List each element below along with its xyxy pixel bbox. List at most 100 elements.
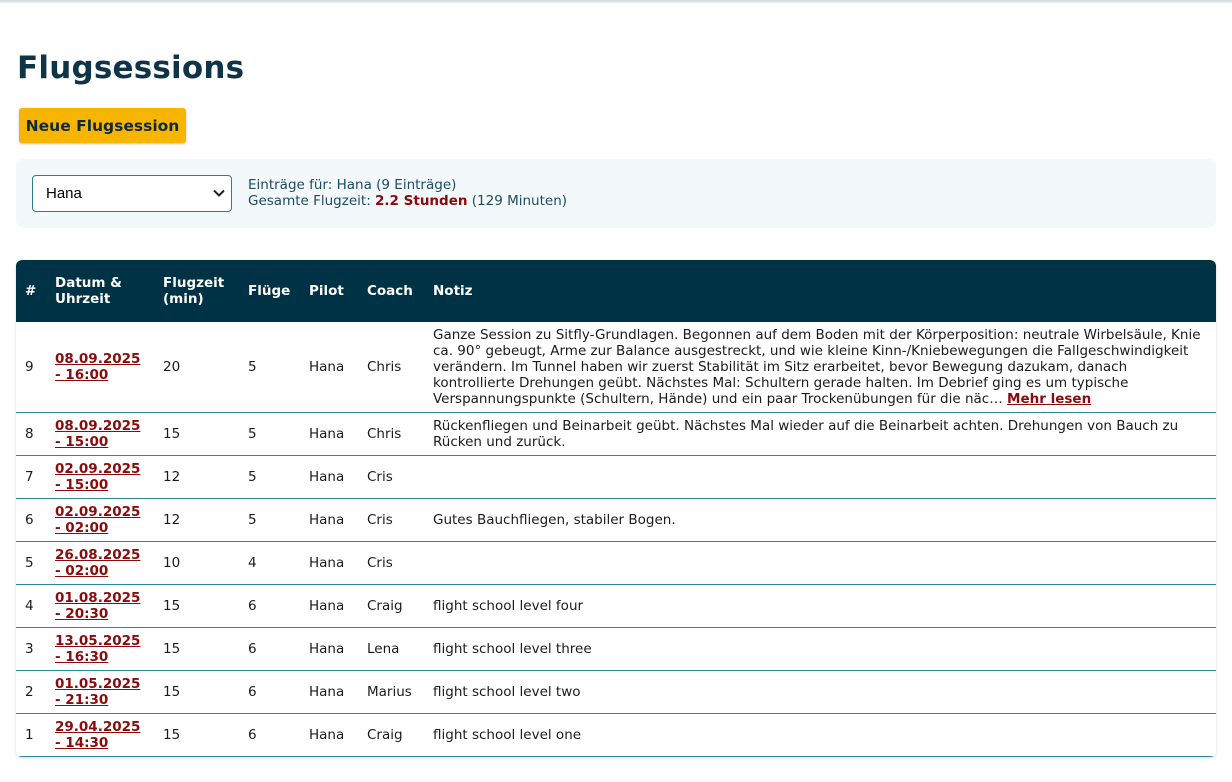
top-border xyxy=(0,0,1232,3)
row-note-cell: flight school level one xyxy=(424,713,1216,757)
row-date-cell: 08.09.2025 - 16:00 xyxy=(46,322,154,413)
row-flights: 6 xyxy=(239,584,300,628)
row-duration: 15 xyxy=(154,627,239,671)
row-duration: 10 xyxy=(154,541,239,585)
row-flights: 5 xyxy=(239,322,300,413)
row-note-cell xyxy=(424,455,1216,499)
row-number: 6 xyxy=(16,498,46,542)
row-note: Gutes Bauchfliegen, stabiler Bogen. xyxy=(433,511,676,528)
col-header-number: # xyxy=(16,260,46,322)
row-note-cell: flight school level two xyxy=(424,670,1216,714)
row-coach: Chris xyxy=(358,412,424,456)
row-flights: 5 xyxy=(239,412,300,456)
row-duration: 15 xyxy=(154,713,239,757)
session-date-link[interactable]: 13.05.2025 - 16:30 xyxy=(55,633,140,665)
row-pilot: Hana xyxy=(300,498,358,542)
table-header-row: # Datum & Uhrzeit Flugzeit (min) Flüge P… xyxy=(16,260,1216,322)
row-note-cell: Gutes Bauchfliegen, stabiler Bogen. xyxy=(424,498,1216,542)
page-title: Flugsessions xyxy=(17,50,245,86)
row-number: 7 xyxy=(16,455,46,499)
row-date-cell: 26.08.2025 - 02:00 xyxy=(46,541,154,585)
row-note-cell: flight school level four xyxy=(424,584,1216,628)
new-session-button[interactable]: Neue Flugsession xyxy=(19,108,186,143)
col-header-coach: Coach xyxy=(358,260,424,322)
row-flights: 4 xyxy=(239,541,300,585)
row-coach: Cris xyxy=(358,498,424,542)
row-note-cell: Rückenfliegen und Beinarbeit geübt. Näch… xyxy=(424,412,1216,456)
row-number: 8 xyxy=(16,412,46,456)
row-coach: Chris xyxy=(358,322,424,413)
session-date-link[interactable]: 02.09.2025 - 02:00 xyxy=(55,504,140,536)
row-duration: 15 xyxy=(154,584,239,628)
row-duration: 12 xyxy=(154,498,239,542)
row-flights: 6 xyxy=(239,627,300,671)
row-number: 9 xyxy=(16,322,46,413)
filter-panel: Hana Einträge für: Hana (9 Einträge) Ges… xyxy=(16,159,1216,228)
row-date-cell: 02.09.2025 - 15:00 xyxy=(46,455,154,499)
row-flights: 5 xyxy=(239,455,300,499)
row-pilot: Hana xyxy=(300,627,358,671)
table-row: 1 29.04.2025 - 14:30 15 6 Hana Craig flight sc… xyxy=(16,713,1216,757)
row-note: flight school level two xyxy=(433,683,581,700)
table-row: 2 01.05.2025 - 21:30 15 6 Hana Marius flight s… xyxy=(16,670,1216,714)
table-row: 3 13.05.2025 - 16:30 15 6 Hana Lena flight sch… xyxy=(16,627,1216,671)
row-note: Rückenfliegen und Beinarbeit geübt. Näch… xyxy=(433,417,1179,450)
col-header-flights: Flüge xyxy=(239,260,300,322)
row-duration: 12 xyxy=(154,455,239,499)
entries-line: Einträge für: Hana (9 Einträge) xyxy=(248,177,457,193)
col-header-note: Notiz xyxy=(424,260,1216,322)
row-note: flight school level three xyxy=(433,640,592,657)
session-date-link[interactable]: 02.09.2025 - 15:00 xyxy=(55,461,140,493)
sessions-table: # Datum & Uhrzeit Flugzeit (min) Flüge P… xyxy=(16,260,1216,757)
row-date-cell: 01.08.2025 - 20:30 xyxy=(46,584,154,628)
row-note-cell: Ganze Session zu Sitfly-Grundlagen. Bego… xyxy=(424,322,1216,413)
row-date-cell: 13.05.2025 - 16:30 xyxy=(46,627,154,671)
row-date-cell: 29.04.2025 - 14:30 xyxy=(46,713,154,757)
sessions-table-container: # Datum & Uhrzeit Flugzeit (min) Flüge P… xyxy=(16,260,1216,757)
chevron-down-icon xyxy=(213,189,225,197)
col-header-pilot: Pilot xyxy=(300,260,358,322)
row-duration: 15 xyxy=(154,670,239,714)
col-header-duration: Flugzeit (min) xyxy=(154,260,239,322)
row-number: 1 xyxy=(16,713,46,757)
row-coach: Lena xyxy=(358,627,424,671)
row-pilot: Hana xyxy=(300,455,358,499)
row-number: 5 xyxy=(16,541,46,585)
row-number: 2 xyxy=(16,670,46,714)
row-pilot: Hana xyxy=(300,670,358,714)
row-pilot: Hana xyxy=(300,412,358,456)
session-date-link[interactable]: 01.08.2025 - 20:30 xyxy=(55,590,140,622)
read-more-link[interactable]: Mehr lesen xyxy=(1007,391,1091,407)
session-date-link[interactable]: 08.09.2025 - 15:00 xyxy=(55,418,140,450)
session-date-link[interactable]: 26.08.2025 - 02:00 xyxy=(55,547,140,579)
filter-summary: Einträge für: Hana (9 Einträge) Gesamte … xyxy=(248,177,567,209)
total-hours: 2.2 Stunden xyxy=(375,193,468,209)
col-header-date: Datum & Uhrzeit xyxy=(46,260,154,322)
row-coach: Cris xyxy=(358,541,424,585)
row-duration: 20 xyxy=(154,322,239,413)
row-pilot: Hana xyxy=(300,713,358,757)
row-number: 3 xyxy=(16,627,46,671)
row-flights: 6 xyxy=(239,670,300,714)
row-date-cell: 02.09.2025 - 02:00 xyxy=(46,498,154,542)
row-pilot: Hana xyxy=(300,584,358,628)
pilot-select-value: Hana xyxy=(46,185,82,202)
table-row: 6 02.09.2025 - 02:00 12 5 Hana Cris Gutes Bauc… xyxy=(16,498,1216,542)
pilot-select[interactable]: Hana xyxy=(32,175,232,212)
table-row: 7 02.09.2025 - 15:00 12 5 Hana Cris xyxy=(16,455,1216,499)
table-row: 9 08.09.2025 - 16:00 20 5 Hana Chris Ganze Ses… xyxy=(16,322,1216,413)
row-number: 4 xyxy=(16,584,46,628)
table-row: 5 26.08.2025 - 02:00 10 4 Hana Cris xyxy=(16,541,1216,585)
row-note: flight school level four xyxy=(433,597,584,614)
row-coach: Craig xyxy=(358,584,424,628)
row-pilot: Hana xyxy=(300,322,358,413)
row-flights: 5 xyxy=(239,498,300,542)
row-flights: 6 xyxy=(239,713,300,757)
row-date-cell: 08.09.2025 - 15:00 xyxy=(46,412,154,456)
session-date-link[interactable]: 01.05.2025 - 21:30 xyxy=(55,676,140,708)
row-note-cell xyxy=(424,541,1216,585)
session-date-link[interactable]: 08.09.2025 - 16:00 xyxy=(55,351,140,383)
row-date-cell: 01.05.2025 - 21:30 xyxy=(46,670,154,714)
row-note-cell: flight school level three xyxy=(424,627,1216,671)
session-date-link[interactable]: 29.04.2025 - 14:30 xyxy=(55,719,140,751)
